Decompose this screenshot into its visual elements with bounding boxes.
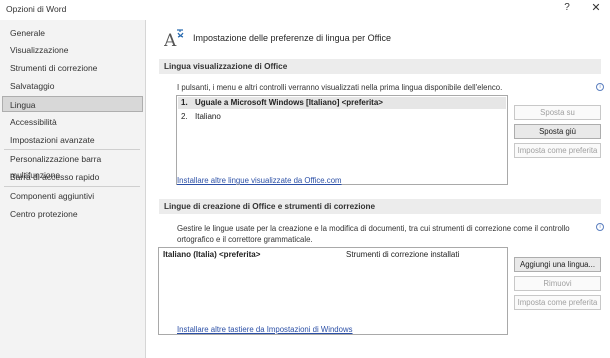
set-preferred-authoring-button[interactable]: Imposta come preferita xyxy=(514,295,601,310)
section-title: Lingua visualizzazione di Office xyxy=(164,62,288,71)
section-title: Lingue di creazione di Office e strument… xyxy=(164,202,376,211)
authoring-language-section-header: Lingue di creazione di Office e strument… xyxy=(159,199,601,214)
page-title: Impostazione delle preferenze di lingua … xyxy=(193,33,391,43)
sidebar-item-personalizzazione-barra-multifunzione[interactable]: Personalizzazione barra multifunzione xyxy=(0,151,145,180)
sidebar-item-componenti-aggiuntivi[interactable]: Componenti aggiuntivi xyxy=(0,188,145,204)
list-item-label: Italiano xyxy=(195,112,221,121)
list-item[interactable]: 1. Uguale a Microsoft Windows [Italiano]… xyxy=(178,97,506,109)
sidebar-item-centro-protezione[interactable]: Centro protezione xyxy=(0,206,145,222)
display-language-section-header: Lingua visualizzazione di Office xyxy=(159,59,601,74)
sidebar: Generale Visualizzazione Strumenti di co… xyxy=(0,20,146,358)
authoring-language-list[interactable]: Italiano (Italia) <preferita> Strumenti … xyxy=(158,247,508,335)
window-title: Opzioni di Word xyxy=(6,4,67,14)
main-panel: A Impostazione delle preferenze di lingu… xyxy=(147,20,610,358)
list-item-index: 1. xyxy=(181,98,188,107)
sidebar-item-generale[interactable]: Generale xyxy=(0,25,145,41)
sidebar-item-salvataggio[interactable]: Salvataggio xyxy=(0,78,145,94)
move-down-button[interactable]: Sposta giù xyxy=(514,124,601,139)
authoring-description-line1: Gestire le lingue usate per la creazione… xyxy=(177,224,570,233)
sidebar-divider xyxy=(4,149,140,150)
install-display-languages-link[interactable]: Installare altre lingue visualizzate da … xyxy=(177,176,342,185)
install-keyboards-link[interactable]: Installare altre tastiere da Impostazion… xyxy=(177,325,353,334)
move-up-button[interactable]: Sposta su xyxy=(514,105,601,120)
status-cell: Strumenti di correzione installati xyxy=(346,250,460,259)
list-item-label: Uguale a Microsoft Windows [Italiano] <p… xyxy=(195,98,383,107)
svg-text:A: A xyxy=(164,31,177,49)
language-cell: Italiano (Italia) <preferita> xyxy=(163,250,261,259)
display-language-description: I pulsanti, i menu e altri controlli ver… xyxy=(177,83,503,92)
sidebar-item-impostazioni-avanzate[interactable]: Impostazioni avanzate xyxy=(0,132,145,148)
sidebar-item-accessibilita[interactable]: Accessibilità xyxy=(0,114,145,130)
help-button[interactable]: ? xyxy=(561,2,573,13)
sidebar-item-visualizzazione[interactable]: Visualizzazione xyxy=(0,42,145,58)
close-button[interactable]: ✕ xyxy=(590,1,602,14)
info-icon[interactable]: i xyxy=(596,83,604,91)
add-language-button[interactable]: Aggiungi una lingua... xyxy=(514,257,601,272)
language-icon: A xyxy=(164,29,184,49)
remove-button[interactable]: Rimuovi xyxy=(514,276,601,291)
authoring-description-line2: ortografico e il correttore grammaticale… xyxy=(177,235,313,244)
sidebar-item-lingua[interactable]: Lingua xyxy=(2,96,143,112)
info-icon[interactable]: i xyxy=(596,223,604,231)
sidebar-item-barra-di-accesso-rapido[interactable]: Barra di accesso rapido xyxy=(0,169,145,185)
list-item[interactable]: 2. Italiano xyxy=(178,111,506,123)
sidebar-item-strumenti-di-correzione[interactable]: Strumenti di correzione xyxy=(0,60,145,76)
table-row[interactable]: Italiano (Italia) <preferita> Strumenti … xyxy=(160,249,506,261)
list-item-index: 2. xyxy=(181,112,188,121)
title-bar: Opzioni di Word ? ✕ xyxy=(0,0,610,18)
set-preferred-display-button[interactable]: Imposta come preferita xyxy=(514,143,601,158)
sidebar-divider xyxy=(4,186,140,187)
display-language-list[interactable]: 1. Uguale a Microsoft Windows [Italiano]… xyxy=(176,95,508,185)
